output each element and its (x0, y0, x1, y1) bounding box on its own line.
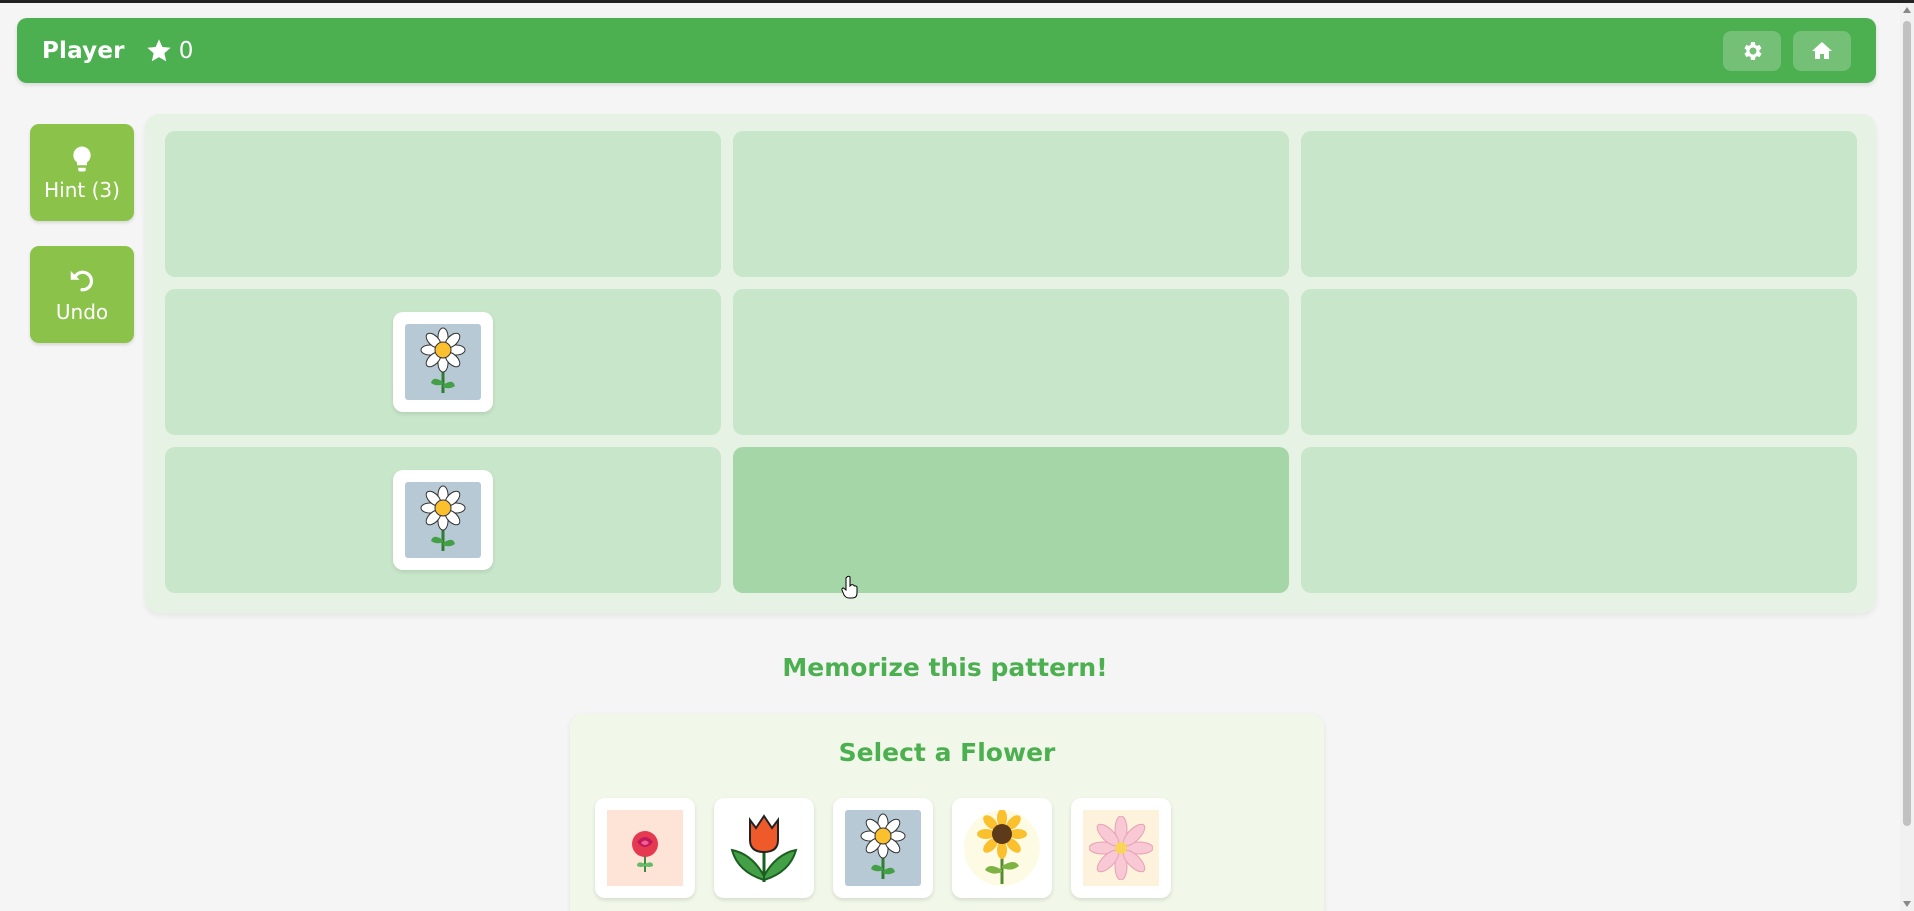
player-name: Player (42, 37, 125, 64)
hint-label: Hint (3) (44, 177, 120, 202)
home-icon (1812, 41, 1832, 59)
lightbulb-icon (73, 146, 91, 171)
tulip-icon (730, 814, 798, 882)
board-cell[interactable] (165, 131, 721, 277)
lotus-icon (1089, 816, 1153, 880)
scroll-down-icon[interactable] (1903, 901, 1911, 907)
flower-option-daisy[interactable] (833, 798, 933, 898)
placed-flower-tile (393, 312, 493, 412)
top-bar: Player 0 (17, 18, 1876, 83)
sunflower-icon (977, 810, 1027, 884)
gear-icon (1744, 41, 1762, 60)
undo-button[interactable]: Undo (30, 246, 134, 343)
board-cell[interactable] (1301, 289, 1857, 435)
hand-cursor-icon (841, 575, 858, 599)
game-board (145, 114, 1876, 613)
board-cell[interactable] (165, 447, 721, 593)
board-cell[interactable] (165, 289, 721, 435)
board-cell[interactable] (733, 447, 1289, 593)
board-cell[interactable] (733, 289, 1289, 435)
board-cell[interactable] (1301, 447, 1857, 593)
flower-option-rose[interactable] (595, 798, 695, 898)
board-cell[interactable] (733, 131, 1289, 277)
flower-selector: Select a Flower (570, 714, 1324, 911)
vertical-scrollbar[interactable] (1900, 3, 1914, 911)
undo-icon (70, 270, 94, 291)
game-page: Player 0 Hint (3) Undo Memorize this pat… (0, 3, 1900, 911)
flower-option-tulip[interactable] (714, 798, 814, 898)
daisy-icon (420, 327, 466, 393)
status-message: Memorize this pattern! (782, 653, 1108, 682)
star-icon (147, 38, 171, 61)
undo-label: Undo (55, 299, 109, 324)
flower-option-lotus[interactable] (1071, 798, 1171, 898)
scroll-up-icon[interactable] (1903, 7, 1911, 13)
selector-title: Select a Flower (838, 738, 1056, 767)
hint-button[interactable]: Hint (3) (30, 124, 134, 221)
rose-icon (632, 831, 658, 872)
score-display: 0 (145, 37, 194, 65)
placed-flower-tile (393, 470, 493, 570)
daisy-icon (860, 813, 906, 879)
board-cell[interactable] (1301, 131, 1857, 277)
score-value: 0 (178, 37, 194, 64)
flower-option-sunflower[interactable] (952, 798, 1052, 898)
scrollbar-thumb[interactable] (1903, 21, 1911, 826)
home-button[interactable] (1793, 30, 1851, 71)
daisy-icon (420, 485, 466, 551)
settings-button[interactable] (1723, 30, 1781, 71)
